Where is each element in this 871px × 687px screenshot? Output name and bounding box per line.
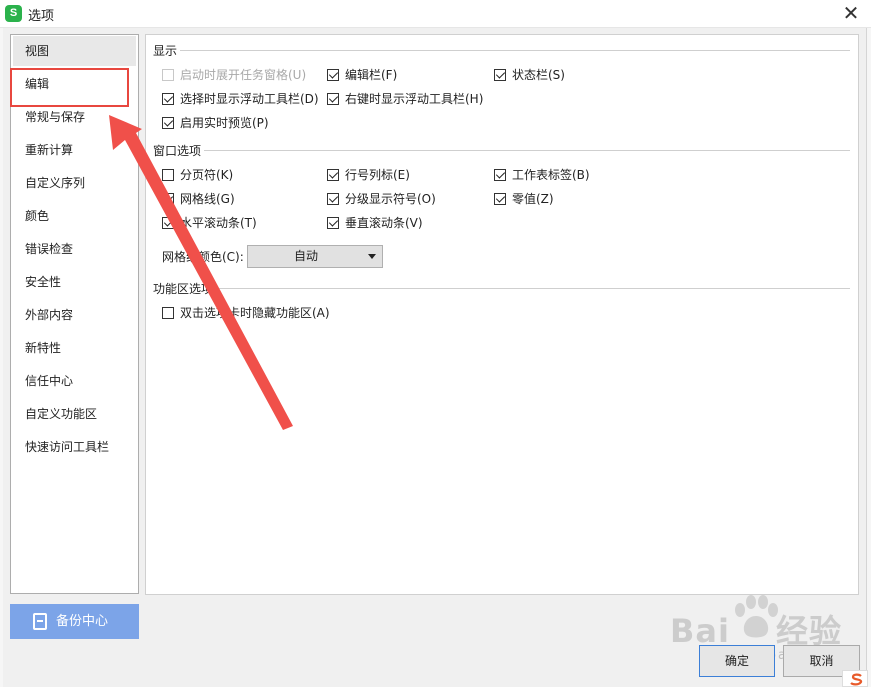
nav-item-new-features[interactable]: 新特性 [13,333,136,363]
app-icon: S [5,5,22,22]
nav-item-view[interactable]: 视图 [13,36,136,66]
options-nav: 视图 编辑 常规与保存 重新计算 自定义序列 颜色 错误检查 安全性 外部内容 … [10,34,139,594]
checkbox-box [162,117,174,129]
ok-button[interactable]: 确定 [699,645,775,677]
checkbox-box [162,93,174,105]
divider [216,288,850,289]
checkbox-box [494,69,506,81]
nav-item-custom-lists[interactable]: 自定义序列 [13,168,136,198]
nav-item-color[interactable]: 颜色 [13,201,136,231]
nav-item-recalculate[interactable]: 重新计算 [13,135,136,165]
checkbox-float-toolbar-rightclick[interactable]: 右键时显示浮动工具栏(H) [327,91,483,107]
chevron-down-icon [368,254,376,259]
backup-center-label: 备份中心 [56,614,109,629]
nav-item-trust-center[interactable]: 信任中心 [13,366,136,396]
checkbox-box [327,93,339,105]
checkbox-box [327,217,339,229]
checkbox-box [162,217,174,229]
divider [204,150,850,151]
checkbox-box [494,169,506,181]
checkbox-hide-ribbon-dblclick[interactable]: 双击选项卡时隐藏功能区(A) [162,305,330,321]
nav-item-external-content[interactable]: 外部内容 [13,300,136,330]
checkbox-box [494,193,506,205]
grid-color-label: 网格线颜色(C): [162,250,244,264]
checkbox-row-col-headers[interactable]: 行号列标(E) [327,167,410,183]
window-title: 选项 [28,9,55,24]
checkbox-float-toolbar-select[interactable]: 选择时显示浮动工具栏(D) [162,91,319,107]
section-window-options-title: 窗口选项 [153,144,202,158]
checkbox-box [327,69,339,81]
checkbox-outline-symbols[interactable]: 分级显示符号(O) [327,191,436,207]
grid-color-value: 自动 [293,249,318,263]
checkbox-box [327,193,339,205]
divider [180,50,850,51]
checkbox-box [162,307,174,319]
right-edge [866,28,871,687]
checkbox-status-bar[interactable]: 状态栏(S) [494,67,565,83]
title-bar: S 选项 ✕ [0,0,871,28]
checkbox-page-breaks[interactable]: 分页符(K) [162,167,233,183]
backup-center-button[interactable]: 备份中心 [10,604,139,639]
checkbox-gridlines[interactable]: 网格线(G) [162,191,235,207]
checkbox-box [162,169,174,181]
options-content: 显示 启动时展开任务窗格(U) 编辑栏(F) 状态栏(S) 选择时显示浮动工具栏… [145,34,859,595]
close-button[interactable]: ✕ [831,0,871,28]
nav-item-custom-ribbon[interactable]: 自定义功能区 [13,399,136,429]
checkbox-horizontal-scrollbar[interactable]: 水平滚动条(T) [162,215,257,231]
nav-item-security[interactable]: 安全性 [13,267,136,297]
checkbox-vertical-scrollbar[interactable]: 垂直滚动条(V) [327,215,423,231]
checkbox-formula-bar[interactable]: 编辑栏(F) [327,67,397,83]
document-icon [33,613,47,630]
section-ribbon-options-title: 功能区选项 [153,282,214,296]
checkbox-expand-task-pane[interactable]: 启动时展开任务窗格(U) [162,67,306,83]
left-edge [0,28,3,687]
checkbox-box [162,69,174,81]
checkbox-box [162,193,174,205]
checkbox-sheet-tabs[interactable]: 工作表标签(B) [494,167,590,183]
app-logo-icon [842,670,868,687]
checkbox-box [327,169,339,181]
checkbox-zero-values[interactable]: 零值(Z) [494,191,554,207]
checkbox-live-preview[interactable]: 启用实时预览(P) [162,115,269,131]
edit-highlight-box [10,68,129,107]
grid-color-select[interactable]: 自动 [247,245,383,268]
nav-item-quick-access[interactable]: 快速访问工具栏 [13,432,136,462]
nav-item-error-check[interactable]: 错误检查 [13,234,136,264]
section-display-title: 显示 [153,44,178,58]
